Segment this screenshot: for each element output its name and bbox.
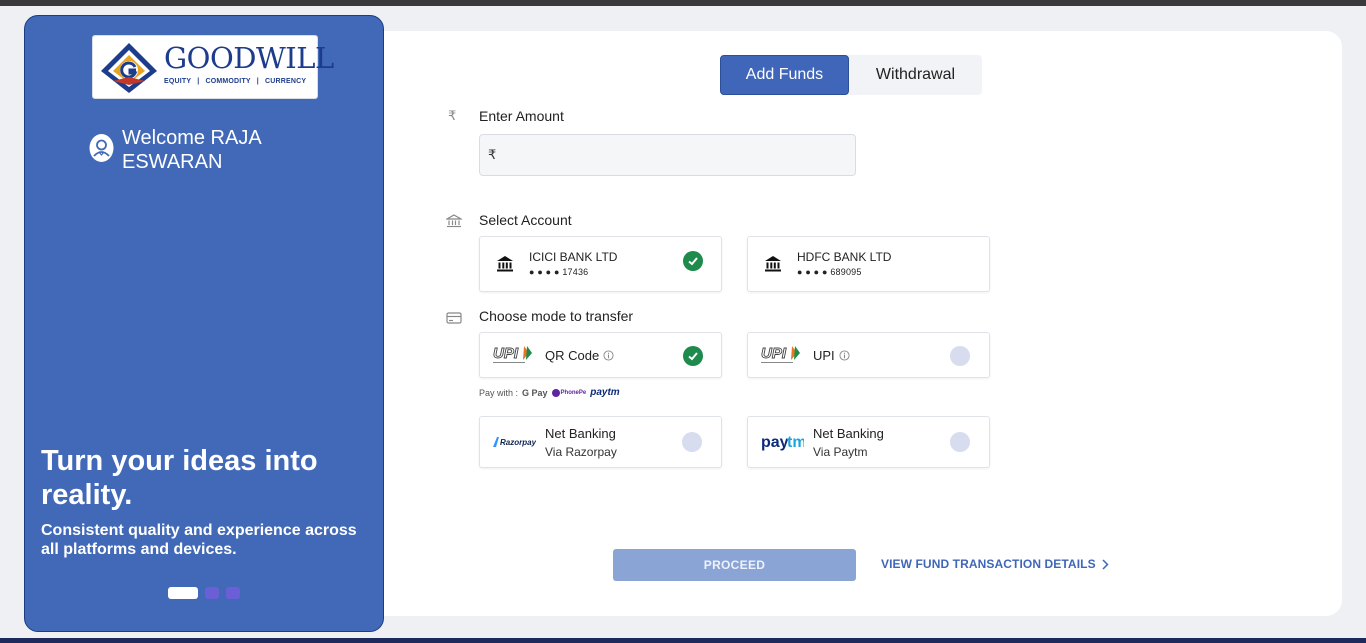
brand-name: GOODWILL (164, 41, 334, 75)
radio-unselected-icon (950, 346, 970, 366)
mode-title-text: Net Banking (545, 426, 616, 441)
tagline-commodity: COMMODITY (205, 78, 251, 85)
carousel-dots (168, 587, 240, 599)
funds-tabs: Add Funds Withdrawal (720, 55, 982, 95)
svg-text:Razorpay: Razorpay (500, 438, 536, 447)
tab-withdrawal[interactable]: Withdrawal (849, 55, 982, 95)
proceed-button[interactable]: PROCEED (613, 549, 856, 581)
tab-add-funds[interactable]: Add Funds (720, 55, 849, 95)
radio-unselected-icon (682, 432, 702, 452)
account-label: Select Account (479, 212, 572, 228)
phonepe-logo-icon: PhonePe (551, 388, 587, 397)
goodwill-logo: GOODWILL EQUITY | COMMODITY | CURRENCY (92, 35, 334, 99)
pay-with-label: Pay with : (479, 387, 519, 398)
carousel-dot-1[interactable] (168, 587, 198, 599)
mode-card-paytm[interactable]: pay tm Net Banking Via Paytm (747, 416, 990, 468)
promo-panel: GOODWILL EQUITY | COMMODITY | CURRENCY W… (24, 15, 384, 632)
mode-title: Net Banking (545, 426, 616, 441)
mode-subtitle: Via Razorpay (545, 445, 617, 459)
mode-title: Net Banking (813, 426, 884, 441)
upi-logo-icon: UPI (493, 345, 532, 363)
info-icon[interactable] (839, 350, 850, 361)
mode-subtitle: Via Paytm (813, 445, 868, 459)
amount-label: Enter Amount (479, 108, 564, 124)
amount-input[interactable] (479, 134, 856, 176)
bank-card-icici[interactable]: ICICI BANK LTD ● ● ● ● 17436 (479, 236, 722, 292)
tagline-equity: EQUITY (164, 78, 192, 85)
pay-with-row: Pay with : G Pay PhonePe paytm (479, 387, 620, 398)
mode-title-text: UPI (813, 348, 835, 363)
goodwill-emblem-icon (101, 43, 157, 93)
bank-name: ICICI BANK LTD (529, 250, 618, 264)
razorpay-logo-icon: Razorpay (493, 437, 536, 447)
svg-text:UPI: UPI (493, 345, 519, 362)
svg-text:pay: pay (761, 434, 789, 451)
mode-title-text: QR Code (545, 348, 600, 363)
svg-text:UPI: UPI (761, 345, 787, 362)
bank-account-masked: ● ● ● ● 689095 (797, 267, 862, 277)
gpay-logo-icon: G Pay (522, 387, 548, 398)
upi-logo-icon: UPI (761, 345, 800, 363)
carousel-dot-3[interactable] (226, 587, 240, 599)
mode-title: UPI (813, 348, 850, 363)
view-details-label: VIEW FUND TRANSACTION DETAILS (881, 557, 1096, 571)
bank-name: HDFC BANK LTD (797, 250, 892, 264)
user-avatar-icon (89, 134, 114, 162)
paytm-logo-icon: pay tm (761, 434, 804, 451)
chevron-right-icon (1102, 558, 1109, 570)
amount-currency-prefix: ₹ (488, 147, 497, 162)
rupee-icon: ₹ (448, 108, 457, 123)
bottom-bar (0, 638, 1366, 643)
welcome-text: Welcome RAJA ESWARAN (122, 127, 261, 173)
mode-title: QR Code (545, 348, 614, 363)
info-icon[interactable] (603, 350, 614, 361)
view-fund-transaction-details-link[interactable]: VIEW FUND TRANSACTION DETAILS (881, 557, 1109, 571)
bank-account-masked: ● ● ● ● 17436 (529, 267, 589, 277)
check-icon (683, 251, 703, 271)
promo-headline: Turn your ideas into reality. (41, 445, 318, 511)
paytm-logo-icon: paytm (590, 387, 620, 398)
card-icon (446, 312, 462, 324)
svg-text:tm: tm (787, 434, 804, 451)
bank-icon (446, 214, 462, 228)
funds-card: Add Funds Withdrawal ₹ Enter Amount ₹ Se… (384, 31, 1342, 616)
top-bar (0, 0, 1366, 6)
mode-card-qr-code[interactable]: UPI QR Code (479, 332, 722, 378)
bank-card-hdfc[interactable]: HDFC BANK LTD ● ● ● ● 689095 (747, 236, 990, 292)
mode-card-razorpay[interactable]: Razorpay Net Banking Via Razorpay (479, 416, 722, 468)
mode-title-text: Net Banking (813, 426, 884, 441)
brand-tagline: EQUITY | COMMODITY | CURRENCY (164, 78, 314, 85)
check-icon (683, 346, 703, 366)
radio-unselected-icon (950, 432, 970, 452)
carousel-dot-2[interactable] (205, 587, 219, 599)
tagline-separator: | (256, 78, 259, 85)
bank-icon (497, 256, 513, 272)
promo-subline: Consistent quality and experience across… (41, 522, 357, 558)
tagline-separator: | (197, 78, 200, 85)
bank-icon (765, 256, 781, 272)
tagline-currency: CURRENCY (264, 78, 307, 85)
transfer-mode-label: Choose mode to transfer (479, 308, 634, 324)
phonepe-label: PhonePe (560, 389, 587, 396)
mode-card-upi[interactable]: UPI UPI (747, 332, 990, 378)
welcome-block: Welcome RAJA ESWARAN (89, 126, 322, 174)
